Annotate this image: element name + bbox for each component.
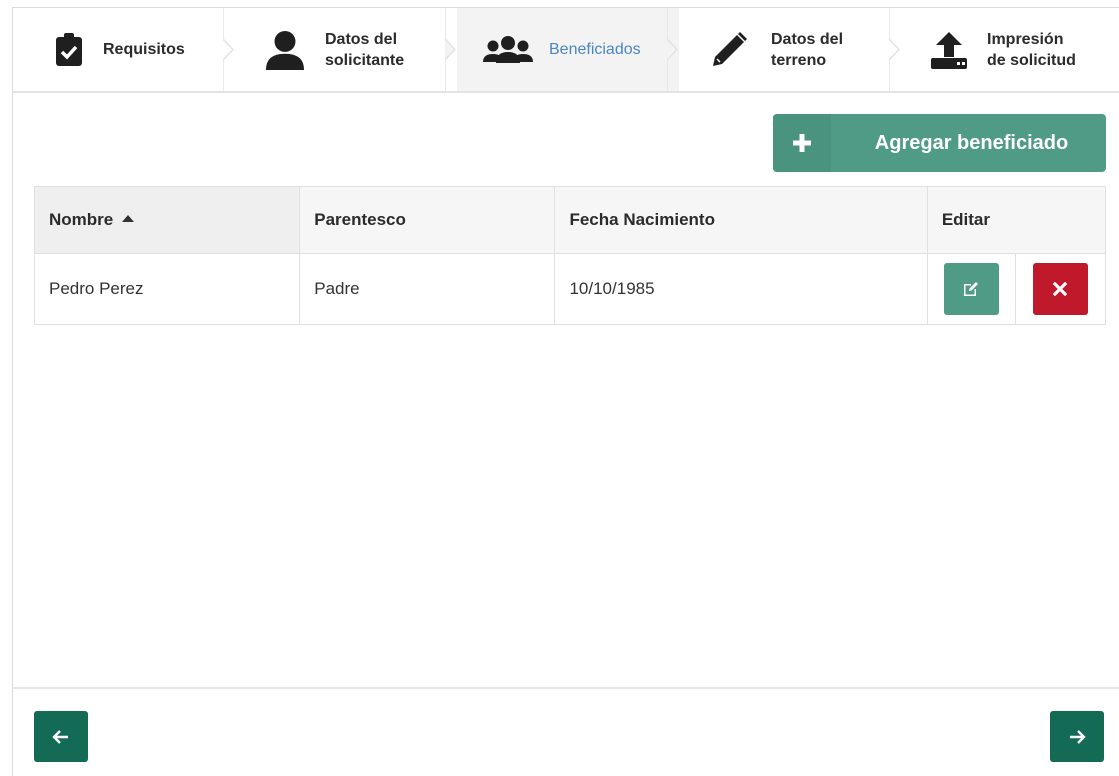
add-beneficiary-label: Agregar beneficiado: [874, 131, 1069, 154]
next-step-button[interactable]: [1050, 711, 1104, 762]
beneficiaries-table: Nombre Parentesco Fecha Nacimiento Edita…: [33, 186, 1107, 325]
arrow-left-icon: [52, 729, 68, 744]
delete-row-button[interactable]: [1032, 263, 1088, 315]
pencil-icon: [709, 30, 749, 70]
step-impresion[interactable]: Impresión de solicitud: [901, 8, 1119, 91]
arrow-right-icon: [1070, 729, 1086, 744]
step-datos-solicitante[interactable]: Datos del solicitante: [235, 8, 457, 91]
step-label-line2: terreno: [771, 51, 827, 69]
wizard-footer: [13, 687, 1119, 776]
step-label-block: Datos del terreno: [771, 29, 843, 71]
step-label-line1: Datos del: [325, 30, 398, 48]
plus-icon: [773, 114, 831, 172]
cell-fecha: 10/10/1985: [554, 253, 928, 325]
step-label-line1: Impresión: [987, 30, 1064, 48]
column-header-parentesco[interactable]: Parentesco: [299, 186, 556, 254]
edit-icon: [964, 282, 979, 296]
column-header-editar: Editar: [926, 186, 1107, 254]
edit-row-button[interactable]: [943, 263, 999, 315]
cell-parentesco: Padre: [299, 253, 556, 325]
step-label-line2: de solicitud: [987, 51, 1076, 69]
column-header-label: Fecha Nacimiento: [569, 210, 715, 229]
table-row: Pedro Perez Padre 10/10/1985: [33, 253, 1107, 325]
step-separator: [667, 8, 679, 91]
column-header-label: Parentesco: [314, 210, 406, 229]
step-beneficiados[interactable]: Beneficiados: [457, 8, 679, 91]
user-icon: [265, 30, 305, 70]
column-header-label: Editar: [941, 210, 990, 229]
table-header-row: Nombre Parentesco Fecha Nacimiento Edita…: [33, 186, 1107, 254]
close-icon: [1053, 282, 1068, 296]
step-label-block: Impresión de solicitud: [987, 29, 1076, 71]
column-header-label: Nombre: [49, 210, 114, 229]
column-header-nombre[interactable]: Nombre: [33, 186, 301, 254]
step-label: Requisitos: [103, 41, 185, 58]
wizard-panel: Requisitos Datos del solicitante Benefic…: [12, 7, 1119, 776]
step-separator: [223, 8, 235, 91]
cell-nombre: Pedro Perez: [33, 253, 301, 325]
cell-edit-action: [926, 253, 1016, 325]
step-datos-terreno[interactable]: Datos del terreno: [679, 8, 901, 91]
step-label: Beneficiados: [549, 41, 641, 58]
sort-ascending-icon: [122, 215, 135, 222]
step-label-line2: solicitante: [325, 51, 405, 69]
step-label-line1: Datos del: [771, 30, 844, 48]
wizard-steps: Requisitos Datos del solicitante Benefic…: [13, 8, 1119, 93]
step-requisitos[interactable]: Requisitos: [13, 8, 235, 91]
previous-step-button[interactable]: [34, 711, 88, 762]
column-header-fecha[interactable]: Fecha Nacimiento: [554, 186, 928, 254]
step-separator: [445, 8, 457, 91]
step-label-block: Datos del solicitante: [325, 29, 404, 71]
step-separator: [889, 8, 901, 91]
upload-icon: [929, 30, 969, 70]
cell-delete-action: [1014, 253, 1107, 325]
clipboard-check-icon: [49, 30, 89, 70]
users-icon: [483, 30, 533, 70]
add-beneficiary-button[interactable]: Agregar beneficiado: [773, 114, 1106, 172]
